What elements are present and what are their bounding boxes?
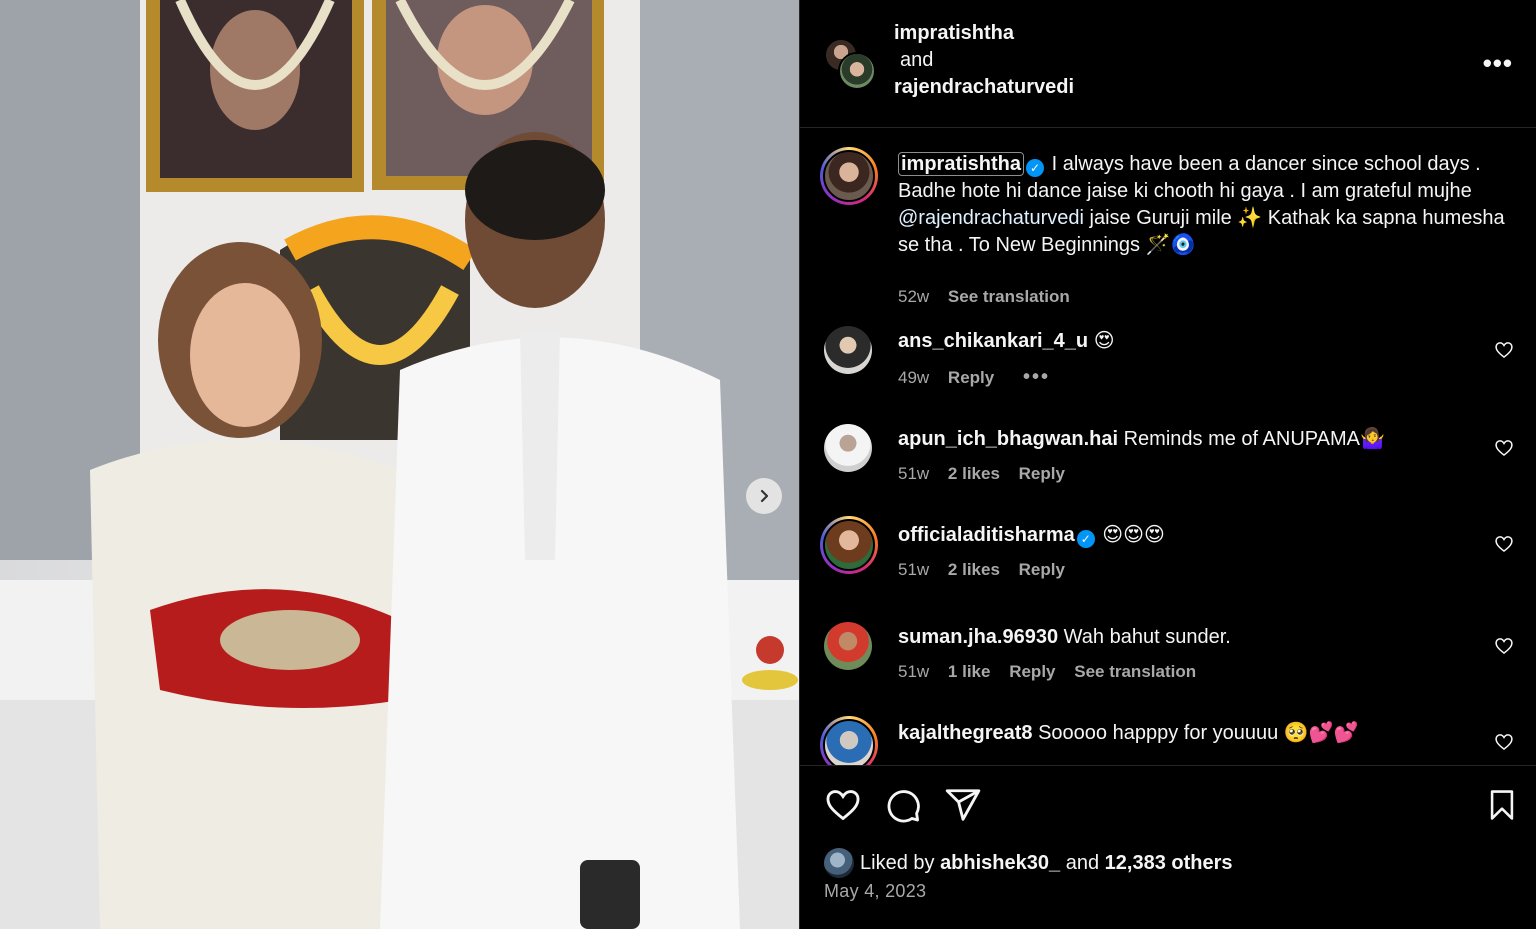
comment-body: 😍 — [1093, 330, 1115, 352]
avatar[interactable] — [820, 716, 878, 765]
heart-icon[interactable] — [824, 786, 862, 824]
caption-text: impratishtha ✓ I always have been a dance… — [898, 151, 1510, 259]
liked-by[interactable]: Liked by abhishek30_ and 12,383 others — [824, 848, 1233, 878]
comment-age: 51w — [898, 464, 930, 483]
comment-item: apun_ich_bhagwan.hai Reminds me of ANUPA… — [820, 424, 1520, 504]
post-header: impratishtha and rajendrachaturvedi ••• — [800, 0, 1536, 128]
comment-text: officialaditisharma ✓ 😍😍😍 — [898, 522, 1165, 549]
heart-icon[interactable] — [1494, 340, 1514, 360]
caption-username[interactable]: impratishtha — [898, 152, 1025, 176]
comment-body: Reminds me of ANUPAMA🤷‍♀️ — [1123, 428, 1385, 450]
comment-username[interactable]: officialaditisharma — [898, 524, 1075, 546]
comments-list[interactable]: impratishtha ✓ I always have been a dance… — [800, 129, 1536, 765]
reply-link[interactable]: Reply — [1019, 464, 1065, 483]
comment-text: ans_chikankari_4_u 😍 — [898, 328, 1115, 355]
header-username-1[interactable]: impratishtha — [894, 20, 1074, 47]
comment-item: ans_chikankari_4_u 😍 49w Reply ••• — [820, 326, 1520, 406]
photo-illustration — [0, 0, 799, 929]
likes-count[interactable]: 2 likes — [948, 560, 1000, 579]
comment-meta: 51w 2 likes Reply — [898, 560, 1079, 580]
avatar — [838, 52, 876, 90]
comment-age: 51w — [898, 560, 930, 579]
comment-icon[interactable] — [884, 786, 922, 824]
avatar — [824, 848, 854, 878]
share-icon[interactable] — [944, 786, 982, 824]
reply-link[interactable]: Reply — [948, 368, 994, 387]
comment-item: suman.jha.96930 Wah bahut sunder. 51w 1 … — [820, 622, 1520, 702]
comment-meta: 49w Reply ••• — [898, 366, 1064, 389]
comment-username[interactable]: kajalthegreat8 — [898, 722, 1033, 744]
comment-item: kajalthegreat8 Sooooo happpy for youuuu … — [820, 716, 1520, 765]
comment-age: 51w — [898, 662, 930, 681]
verified-icon: ✓ — [1026, 159, 1045, 177]
comment-more-icon[interactable]: ••• — [1023, 366, 1050, 388]
liked-by-and: and — [1065, 851, 1100, 874]
comment-username[interactable]: ans_chikankari_4_u — [898, 330, 1088, 352]
avatar[interactable] — [820, 516, 878, 574]
likes-count[interactable]: 2 likes — [948, 464, 1000, 483]
action-bar — [824, 786, 982, 824]
avatar[interactable] — [824, 424, 872, 472]
comment-text: apun_ich_bhagwan.hai Reminds me of ANUPA… — [898, 426, 1385, 453]
post-photo[interactable] — [0, 0, 799, 929]
more-options-icon[interactable]: ••• — [1483, 48, 1513, 79]
comment-meta: 51w 1 like Reply See translation — [898, 662, 1210, 682]
chevron-right-icon — [760, 489, 769, 503]
caption-meta: 52w See translation — [898, 287, 1084, 307]
heart-icon[interactable] — [1494, 534, 1514, 554]
heart-icon[interactable] — [1494, 732, 1514, 752]
comment-item: officialaditisharma ✓ 😍😍😍 51w 2 likes Rep… — [820, 516, 1520, 600]
comment-body: Sooooo happpy for youuuu 🥺💕💕 — [1038, 722, 1359, 744]
post-footer: Liked by abhishek30_ and 12,383 others M… — [800, 765, 1536, 929]
heart-icon[interactable] — [1494, 636, 1514, 656]
bookmark-icon[interactable] — [1485, 788, 1519, 822]
comment-body: 😍😍😍 — [1102, 524, 1165, 546]
caption-age: 52w — [898, 287, 930, 306]
collab-names: impratishtha and rajendrachaturvedi — [894, 20, 1074, 101]
see-translation-link[interactable]: See translation — [1074, 662, 1196, 681]
next-photo-button[interactable] — [746, 478, 782, 514]
avatar[interactable] — [824, 326, 872, 374]
likes-others[interactable]: 12,383 others — [1105, 852, 1233, 875]
avatar[interactable] — [820, 147, 878, 205]
comment-username[interactable]: apun_ich_bhagwan.hai — [898, 428, 1118, 450]
comment-text: suman.jha.96930 Wah bahut sunder. — [898, 624, 1231, 651]
comment-meta: 51w 2 likes Reply — [898, 464, 1079, 484]
post-date[interactable]: May 4, 2023 — [824, 881, 926, 902]
reply-link[interactable]: Reply — [1019, 560, 1065, 579]
comment-text: kajalthegreat8 Sooooo happpy for youuuu … — [898, 720, 1359, 747]
heart-icon[interactable] — [1494, 438, 1514, 458]
comment-username[interactable]: suman.jha.96930 — [898, 626, 1058, 648]
caption-mention[interactable]: @rajendrachaturvedi — [898, 207, 1084, 229]
verified-icon: ✓ — [1076, 530, 1095, 548]
likes-count[interactable]: 1 like — [948, 662, 991, 681]
header-username-2[interactable]: rajendrachaturvedi — [894, 74, 1074, 101]
comment-age: 49w — [898, 368, 930, 387]
collab-avatars[interactable] — [824, 38, 876, 90]
post-panel: impratishtha and rajendrachaturvedi ••• … — [799, 0, 1536, 929]
avatar[interactable] — [824, 622, 872, 670]
reply-link[interactable]: Reply — [1009, 662, 1055, 681]
see-translation-link[interactable]: See translation — [948, 287, 1070, 306]
comment-body: Wah bahut sunder. — [1063, 626, 1231, 648]
liked-by-label: Liked by — [860, 851, 935, 874]
header-and: and — [900, 49, 934, 71]
liker-username[interactable]: abhishek30_ — [940, 852, 1060, 875]
